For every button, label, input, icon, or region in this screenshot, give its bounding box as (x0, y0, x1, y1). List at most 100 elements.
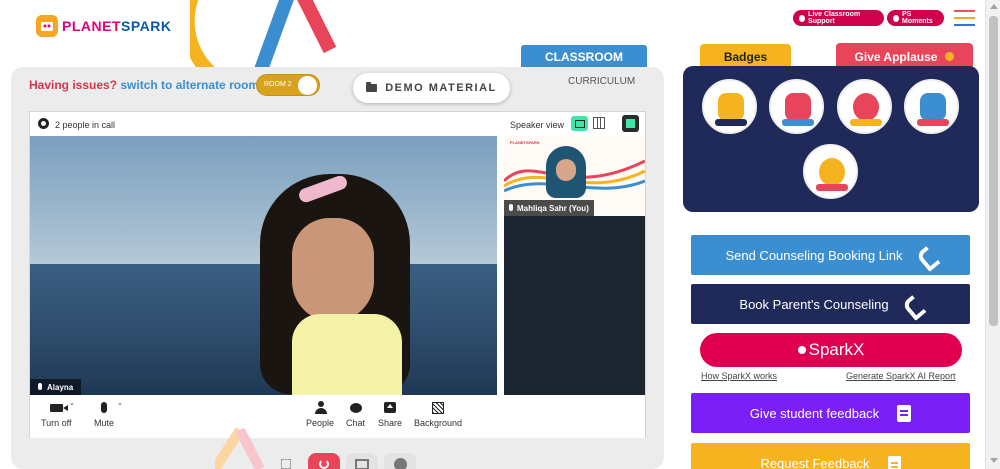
demo-material-label: DEMO MATERIAL (385, 82, 497, 94)
logo-text-spark: SPARK (121, 18, 172, 34)
send-counseling-link-button[interactable]: Send Counseling Booking Link (691, 235, 970, 275)
whiteboard-icon (355, 458, 369, 469)
grid-view-icon[interactable] (593, 117, 605, 129)
badges-panel (683, 66, 979, 212)
trophy-badge-icon[interactable] (702, 79, 757, 134)
classroom-page: PLANET SPARK Live Classroom Support PS M… (0, 0, 1000, 469)
main-video-tile[interactable]: Alayna (30, 136, 497, 395)
ps-moments-button[interactable]: PS Moments (887, 10, 944, 26)
book-parent-counseling-button[interactable]: Book Parent's Counseling (691, 284, 970, 324)
self-participant-name: Mahliqa Sahr (You) (517, 204, 589, 213)
room-toggle[interactable]: ROOM 2 (256, 74, 320, 96)
issues-prefix: Having issues? (29, 78, 118, 92)
whiteboard-button[interactable] (346, 453, 378, 469)
room-toggle-label: ROOM 2 (264, 81, 292, 88)
share-button[interactable]: Share (378, 401, 402, 428)
microphone-icon (101, 402, 107, 413)
planetspark-logo[interactable]: PLANET SPARK (36, 15, 171, 37)
camera-icon (49, 403, 68, 412)
sparkx-icon (797, 346, 806, 354)
phone-icon (921, 248, 936, 263)
sparkx-label: SparkX (808, 340, 865, 359)
document-icon (887, 456, 901, 469)
chat-label: Chat (346, 418, 366, 428)
people-count: 2 people in call (55, 120, 116, 130)
scroll-up-icon[interactable] (990, 4, 998, 9)
chevron-down-icon[interactable]: ⌄ (69, 399, 75, 407)
page-scrollbar[interactable] (985, 0, 1000, 469)
switch-room-link[interactable]: switch to alternate room (120, 78, 259, 92)
background-label: Background (414, 418, 463, 428)
view-mode-label: Speaker view (510, 120, 565, 130)
clipboard-icon (897, 404, 912, 422)
request-feedback-label: Request Feedback (760, 456, 870, 469)
chat-icon (349, 402, 362, 413)
moments-icon (893, 14, 899, 22)
issues-message: Having issues? switch to alternate room (29, 78, 259, 92)
main-participant-name: Alayna (47, 383, 74, 392)
sparkx-button[interactable]: SparkX (700, 333, 962, 367)
turn-off-camera-button[interactable]: ⌄ Turn off (41, 399, 75, 428)
mic-icon (38, 383, 42, 390)
menu-icon[interactable] (954, 10, 975, 26)
settings-icon[interactable] (38, 118, 49, 129)
participant-face (292, 218, 374, 322)
side-brand-logo: PLANETSPARK (510, 140, 540, 145)
superhero-badge-icon[interactable] (769, 79, 824, 134)
ps-moments-label: PS Moments (902, 11, 933, 25)
people-button[interactable]: People (306, 401, 334, 428)
scrollbar-thumb[interactable] (989, 16, 998, 326)
book-counseling-label: Book Parent's Counseling (739, 296, 889, 312)
robot-badge-icon[interactable] (803, 144, 858, 199)
self-participant (546, 146, 586, 198)
call-toolbar: ⌄ Turn off ⌄ Mute People Chat Share Back… (30, 395, 645, 438)
chevron-down-icon[interactable]: ⌄ (117, 399, 123, 407)
demo-material-button[interactable]: DEMO MATERIAL (353, 73, 510, 103)
logo-text-planet: PLANET (62, 18, 121, 34)
expand-icon (281, 459, 291, 469)
phone-icon (907, 297, 922, 312)
palette-icon (393, 457, 407, 469)
give-student-feedback-button[interactable]: Give student feedback (691, 393, 970, 433)
power-icon (319, 459, 329, 469)
people-icon (314, 401, 327, 414)
mute-button[interactable]: ⌄ Mute (94, 400, 123, 428)
background-button[interactable]: Background (414, 401, 462, 428)
request-feedback-button[interactable]: Request Feedback (691, 443, 970, 469)
how-sparkx-works-link[interactable]: How SparkX works (701, 371, 777, 381)
call-header: 2 people in call Speaker view (30, 112, 645, 136)
self-name-tag: Mahliqa Sahr (You) (504, 200, 594, 216)
chat-button[interactable]: Chat (346, 401, 365, 428)
live-support-label: Live Classroom Support (808, 11, 861, 25)
generate-sparkx-report-link[interactable]: Generate SparkX AI Report (846, 371, 956, 381)
share-screen-icon (384, 402, 397, 413)
bottom-controls (270, 453, 416, 469)
meditation-badge-icon[interactable] (837, 79, 892, 134)
video-call: 2 people in call Speaker view Alayna PLA… (29, 111, 646, 438)
mute-label: Mute (94, 418, 115, 428)
support-icon (799, 14, 806, 22)
fullscreen-button[interactable] (270, 453, 302, 469)
share-label: Share (378, 418, 403, 428)
self-video-frame: PLANETSPARK Mahliqa Sahr (You) (504, 136, 645, 216)
room-toggle-knob (298, 76, 317, 95)
give-applause-label: Give Applause (854, 49, 938, 64)
robot-logo-icon (36, 15, 58, 37)
palette-button[interactable] (384, 453, 416, 469)
tab-classroom[interactable]: CLASSROOM (521, 45, 647, 69)
self-video-tile[interactable]: PLANETSPARK Mahliqa Sahr (You) (504, 136, 645, 395)
live-support-button[interactable]: Live Classroom Support (793, 10, 884, 26)
folder-icon (366, 82, 378, 92)
main-name-tag: Alayna (30, 379, 82, 395)
idea-badge-icon[interactable] (904, 79, 959, 134)
end-class-button[interactable] (308, 453, 340, 469)
tab-curriculum[interactable]: CURRICULUM (568, 76, 635, 87)
clap-icon (945, 52, 955, 61)
background-icon (432, 401, 445, 414)
give-feedback-label: Give student feedback (749, 405, 880, 421)
speaker-view-icon[interactable] (571, 116, 588, 131)
pip-view-icon[interactable] (622, 115, 639, 132)
scroll-down-icon[interactable] (990, 458, 998, 463)
participant-dress (292, 314, 402, 395)
mic-icon (509, 204, 513, 211)
